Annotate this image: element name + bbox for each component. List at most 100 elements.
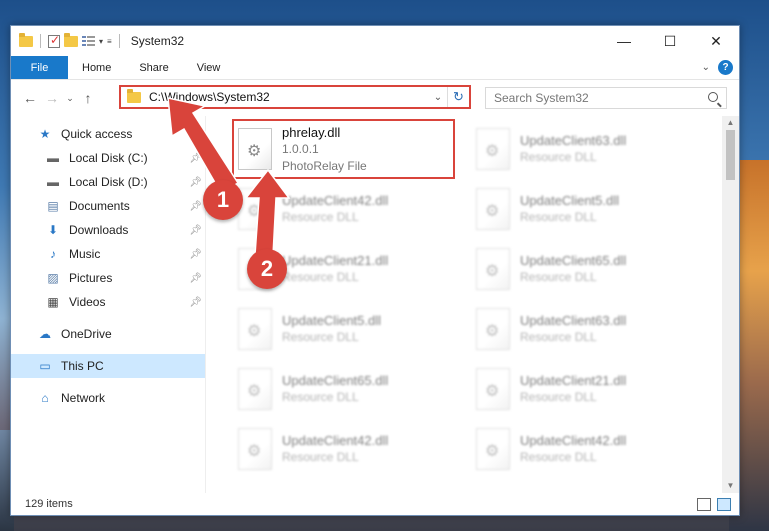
up-arrow-icon[interactable]: ↑ [77,90,99,106]
dll-file-icon: ⚙ [476,188,510,230]
item-count: 129 items [25,498,73,510]
folder-icon [19,32,33,47]
drive-icon: ▬ [47,175,59,189]
file-type: Resource DLL [520,210,597,224]
navigation-pane: ★ Quick access ▬ Local Disk (C:) 📌︎ ▬ Lo… [11,116,206,493]
download-icon: ⬇ [47,223,59,237]
file-name: UpdateClient42.dll [282,193,389,208]
forward-arrow-icon[interactable]: → [41,90,63,106]
maximize-button[interactable]: ☐ [647,26,693,56]
gear-icon: ⚙ [485,143,500,160]
file-name: UpdateClient42.dll [520,433,627,448]
file-type: Resource DLL [282,450,359,464]
search-box[interactable]: Search System32 [485,87,727,109]
sidebar-item-quick-access[interactable]: ★ Quick access [11,122,206,146]
file-list: ⚙ phrelay.dll 1.0.0.1 PhotoRelay File ⚙ … [206,116,739,493]
file-item[interactable]: ⚙ UpdateClient63.dll Resource DLL [470,120,698,178]
sidebar-item-pictures[interactable]: ▨ Pictures 📌︎ [11,266,206,290]
file-name: UpdateClient65.dll [282,373,389,388]
file-item[interactable]: ⚙ UpdateClient5.dll Resource DLL [470,180,698,238]
file-item[interactable]: ⚙ UpdateClient42.dll Resource DLL [232,420,460,478]
file-item[interactable]: ⚙ UpdateClient63.dll Resource DLL [470,300,698,358]
file-item[interactable]: ⚙ UpdateClient65.dll Resource DLL [232,360,460,418]
chevron-down-icon[interactable]: ▾ [99,37,103,46]
search-icon[interactable] [708,92,718,102]
gear-icon: ⚙ [247,203,262,220]
sidebar-item-onedrive[interactable]: ☁ OneDrive [11,322,206,346]
details-view-icon[interactable] [697,498,711,511]
scroll-down-arrow-icon[interactable]: ▼ [722,479,739,493]
step-badge-2: 2 [247,249,287,289]
sidebar-item-local-disk-c[interactable]: ▬ Local Disk (C:) 📌︎ [11,146,206,170]
pictures-icon: ▨ [47,271,59,285]
file-type: Resource DLL [520,270,597,284]
scroll-thumb[interactable] [726,130,735,180]
scroll-up-arrow-icon[interactable]: ▲ [722,116,739,130]
music-icon: ♪ [50,247,56,261]
pin-icon: 📌︎ [189,248,202,260]
tab-share[interactable]: Share [125,56,182,79]
file-item[interactable]: ⚙ UpdateClient21.dll Resource DLL [470,360,698,418]
sidebar-item-label: Network [61,391,106,405]
tab-home[interactable]: Home [68,56,125,79]
vertical-scrollbar[interactable]: ▲ ▼ [722,116,739,493]
computer-icon: ▭ [39,359,51,373]
file-type: Resource DLL [282,270,359,284]
address-path[interactable]: C:\Windows\System32 [149,90,429,104]
expand-ribbon-chevron-icon[interactable]: ⌄ [702,62,710,73]
address-dropdown-icon[interactable]: ⌄ [429,92,447,103]
sidebar-item-music[interactable]: ♪ Music 📌︎ [11,242,206,266]
gear-icon: ⚙ [247,443,262,460]
properties-check-icon[interactable] [48,33,60,48]
new-folder-icon[interactable] [64,32,78,47]
tiles-view-icon[interactable] [717,498,731,511]
customize-toolbar-icon[interactable]: ≡ [107,37,112,46]
file-type: Resource DLL [520,150,597,164]
file-item[interactable]: ⚙ UpdateClient5.dll Resource DLL [232,300,460,358]
sidebar-item-videos[interactable]: ▦ Videos 📌︎ [11,290,206,314]
address-bar[interactable]: C:\Windows\System32 ⌄ ↻ [119,85,471,109]
dll-file-icon: ⚙ [476,428,510,470]
pin-icon: 📌︎ [189,200,202,212]
window-controls: — ☐ ✕ [601,26,739,56]
status-bar: 129 items [11,493,739,515]
sidebar-item-label: Local Disk (D:) [69,175,148,189]
minimize-button[interactable]: — [601,26,647,56]
file-item[interactable]: ⚙ UpdateClient42.dll Resource DLL [470,420,698,478]
gear-icon: ⚙ [485,443,500,460]
tab-file[interactable]: File [11,56,68,79]
help-icon[interactable]: ? [718,60,733,75]
drive-icon: ▬ [47,151,59,165]
tab-view[interactable]: View [183,56,235,79]
refresh-icon[interactable]: ↻ [447,87,469,107]
sidebar-item-network[interactable]: ⌂ Network [11,386,206,410]
cloud-icon: ☁ [39,327,51,341]
search-placeholder[interactable]: Search System32 [494,91,589,105]
pin-icon: 📌︎ [189,296,202,308]
file-item[interactable]: ⚙ UpdateClient42.dll Resource DLL [232,180,460,238]
sidebar-item-documents[interactable]: ▤ Documents 📌︎ [11,194,206,218]
file-item[interactable]: ⚙ UpdateClient65.dll Resource DLL [470,240,698,298]
sidebar-item-this-pc[interactable]: ▭ This PC [11,354,206,378]
dll-file-icon: ⚙ [238,188,272,230]
file-type: Resource DLL [520,330,597,344]
sidebar-item-downloads[interactable]: ⬇ Downloads 📌︎ [11,218,206,242]
dll-file-icon: ⚙ [476,248,510,290]
dll-file-icon: ⚙ [238,308,272,350]
close-button[interactable]: ✕ [693,26,739,56]
back-arrow-icon[interactable]: ← [19,90,41,106]
navigation-bar: ← → ⌄ ↑ C:\Windows\System32 ⌄ ↻ Search S… [11,80,739,116]
sidebar-item-local-disk-d[interactable]: ▬ Local Disk (D:) 📌︎ [11,170,206,194]
sidebar-item-label: Local Disk (C:) [69,151,148,165]
file-type: Resource DLL [282,390,359,404]
file-name: UpdateClient21.dll [520,373,627,388]
sidebar-item-label: OneDrive [61,327,112,341]
address-folder-icon [127,88,141,103]
pin-icon: 📌︎ [189,224,202,236]
rename-icon[interactable] [82,35,95,47]
sidebar-item-label: Music [69,247,101,261]
gear-icon: ⚙ [247,323,262,340]
network-icon: ⌂ [41,391,49,405]
dll-file-icon: ⚙ [476,368,510,410]
recent-locations-chevron-icon[interactable]: ⌄ [63,93,77,104]
